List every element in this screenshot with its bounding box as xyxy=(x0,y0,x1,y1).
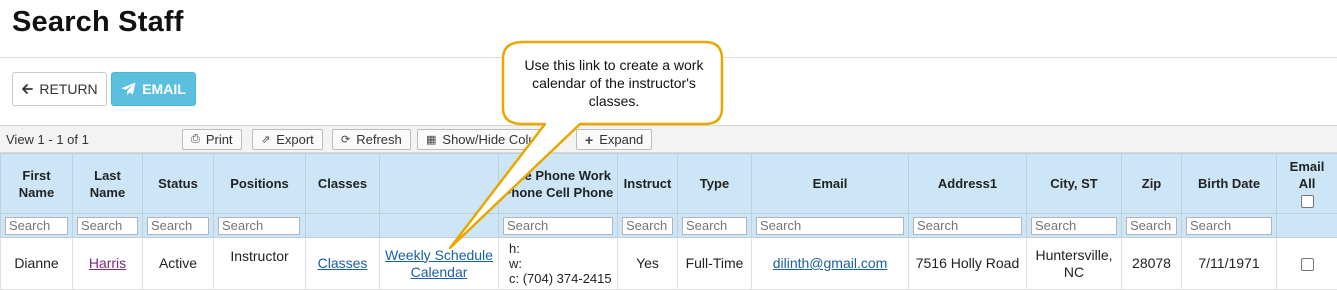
print-icon: ⎙ xyxy=(191,133,200,146)
show-hide-label: Show/Hide Colu xyxy=(442,132,535,147)
zip-cell: 28078 xyxy=(1122,238,1182,290)
export-label: Export xyxy=(276,132,314,147)
row-email-checkbox[interactable] xyxy=(1301,258,1314,271)
classes-filter-cell xyxy=(306,214,380,238)
paper-plane-icon xyxy=(121,82,136,96)
column-header-birth-date[interactable]: Birth Date xyxy=(1182,154,1277,214)
show-hide-columns-button[interactable]: ▦ Show/Hide Colu xyxy=(417,129,545,150)
last-name-link[interactable]: Harris xyxy=(89,255,126,271)
status-cell: Active xyxy=(143,238,214,290)
type-cell: Full-Time xyxy=(678,238,752,290)
address1-search-input[interactable] xyxy=(913,217,1022,235)
grid-toolbar: View 1 - 1 of 1 ⎙ Print ⇗ Export ⟳ Refre… xyxy=(0,125,1337,153)
birth-date-cell: 7/11/1971 xyxy=(1182,238,1277,290)
callout-text: Use this link to create a work calendar … xyxy=(512,56,716,110)
table-row: Dianne Harris Active Instructor Classes … xyxy=(1,238,1337,290)
status-search-input[interactable] xyxy=(147,217,209,235)
page-title: Search Staff xyxy=(12,6,184,39)
refresh-button[interactable]: ⟳ Refresh xyxy=(332,129,411,150)
cell-phone: c: (704) 374-2415 xyxy=(509,271,614,286)
first-name-cell: Dianne xyxy=(1,238,73,290)
email-label: EMAIL xyxy=(142,81,186,97)
column-header-phones[interactable]: ome Phone Work Phone Cell Phone xyxy=(499,154,618,214)
address1-cell: 7516 Holly Road xyxy=(909,238,1027,290)
phone-cell: h: w: c: (704) 374-2415 xyxy=(499,238,618,290)
instruct-search-input[interactable] xyxy=(622,217,673,235)
export-icon: ⇗ xyxy=(261,133,270,146)
filter-row xyxy=(1,214,1337,238)
first-name-search-input[interactable] xyxy=(5,217,68,235)
positions-search-input[interactable] xyxy=(218,217,300,235)
print-button[interactable]: ⎙ Print xyxy=(182,129,242,150)
column-header-zip[interactable]: Zip xyxy=(1122,154,1182,214)
email-all-filter-cell xyxy=(1277,214,1337,238)
email-all-label: Email All xyxy=(1289,158,1325,192)
column-header-email-all: Email All xyxy=(1277,154,1337,214)
columns-icon: ▦ xyxy=(426,133,436,146)
last-name-search-input[interactable] xyxy=(77,217,138,235)
staff-table: First Name Last Name Status Positions Cl… xyxy=(0,153,1337,290)
email-link[interactable]: dilinth@gmail.com xyxy=(773,255,888,271)
expand-button[interactable]: + Expand xyxy=(576,129,652,150)
zip-search-input[interactable] xyxy=(1126,217,1177,235)
column-header-type[interactable]: Type xyxy=(678,154,752,214)
column-header-first-name[interactable]: First Name xyxy=(1,154,73,214)
home-phone: h: xyxy=(509,241,614,256)
column-header-positions[interactable]: Positions xyxy=(214,154,306,214)
email-all-checkbox[interactable] xyxy=(1301,195,1314,208)
email-search-input[interactable] xyxy=(756,217,904,235)
birth-date-search-input[interactable] xyxy=(1186,217,1272,235)
weekly-schedule-calendar-link[interactable]: Weekly Schedule Calendar xyxy=(385,247,493,280)
arrow-left-icon xyxy=(21,83,33,95)
column-header-instruct[interactable]: Instruct xyxy=(618,154,678,214)
export-button[interactable]: ⇗ Export xyxy=(252,129,323,150)
print-label: Print xyxy=(206,132,233,147)
plus-icon: + xyxy=(585,132,593,148)
city-search-input[interactable] xyxy=(1031,217,1117,235)
refresh-label: Refresh xyxy=(356,132,402,147)
positions-cell: Instructor xyxy=(214,238,306,290)
city-st-cell: Huntersville, NC xyxy=(1027,238,1122,290)
column-header-classes[interactable]: Classes xyxy=(306,154,380,214)
table-header-row: First Name Last Name Status Positions Cl… xyxy=(1,154,1337,214)
refresh-icon: ⟳ xyxy=(341,133,350,146)
type-search-input[interactable] xyxy=(682,217,747,235)
work-phone: w: xyxy=(509,256,614,271)
column-header-address1[interactable]: Address1 xyxy=(909,154,1027,214)
expand-label: Expand xyxy=(599,132,643,147)
return-button[interactable]: RETURN xyxy=(12,72,107,106)
email-button[interactable]: EMAIL xyxy=(111,72,196,106)
column-header-email[interactable]: Email xyxy=(752,154,909,214)
schedule-filter-cell xyxy=(380,214,499,238)
phone-search-input[interactable] xyxy=(503,217,613,235)
column-header-status[interactable]: Status xyxy=(143,154,214,214)
view-count-text: View 1 - 1 of 1 xyxy=(6,132,89,147)
column-header-last-name[interactable]: Last Name xyxy=(73,154,143,214)
classes-link[interactable]: Classes xyxy=(318,255,368,271)
instruct-cell: Yes xyxy=(618,238,678,290)
return-label: RETURN xyxy=(39,81,97,97)
column-header-schedule[interactable] xyxy=(380,154,499,214)
column-header-city-st[interactable]: City, ST xyxy=(1027,154,1122,214)
